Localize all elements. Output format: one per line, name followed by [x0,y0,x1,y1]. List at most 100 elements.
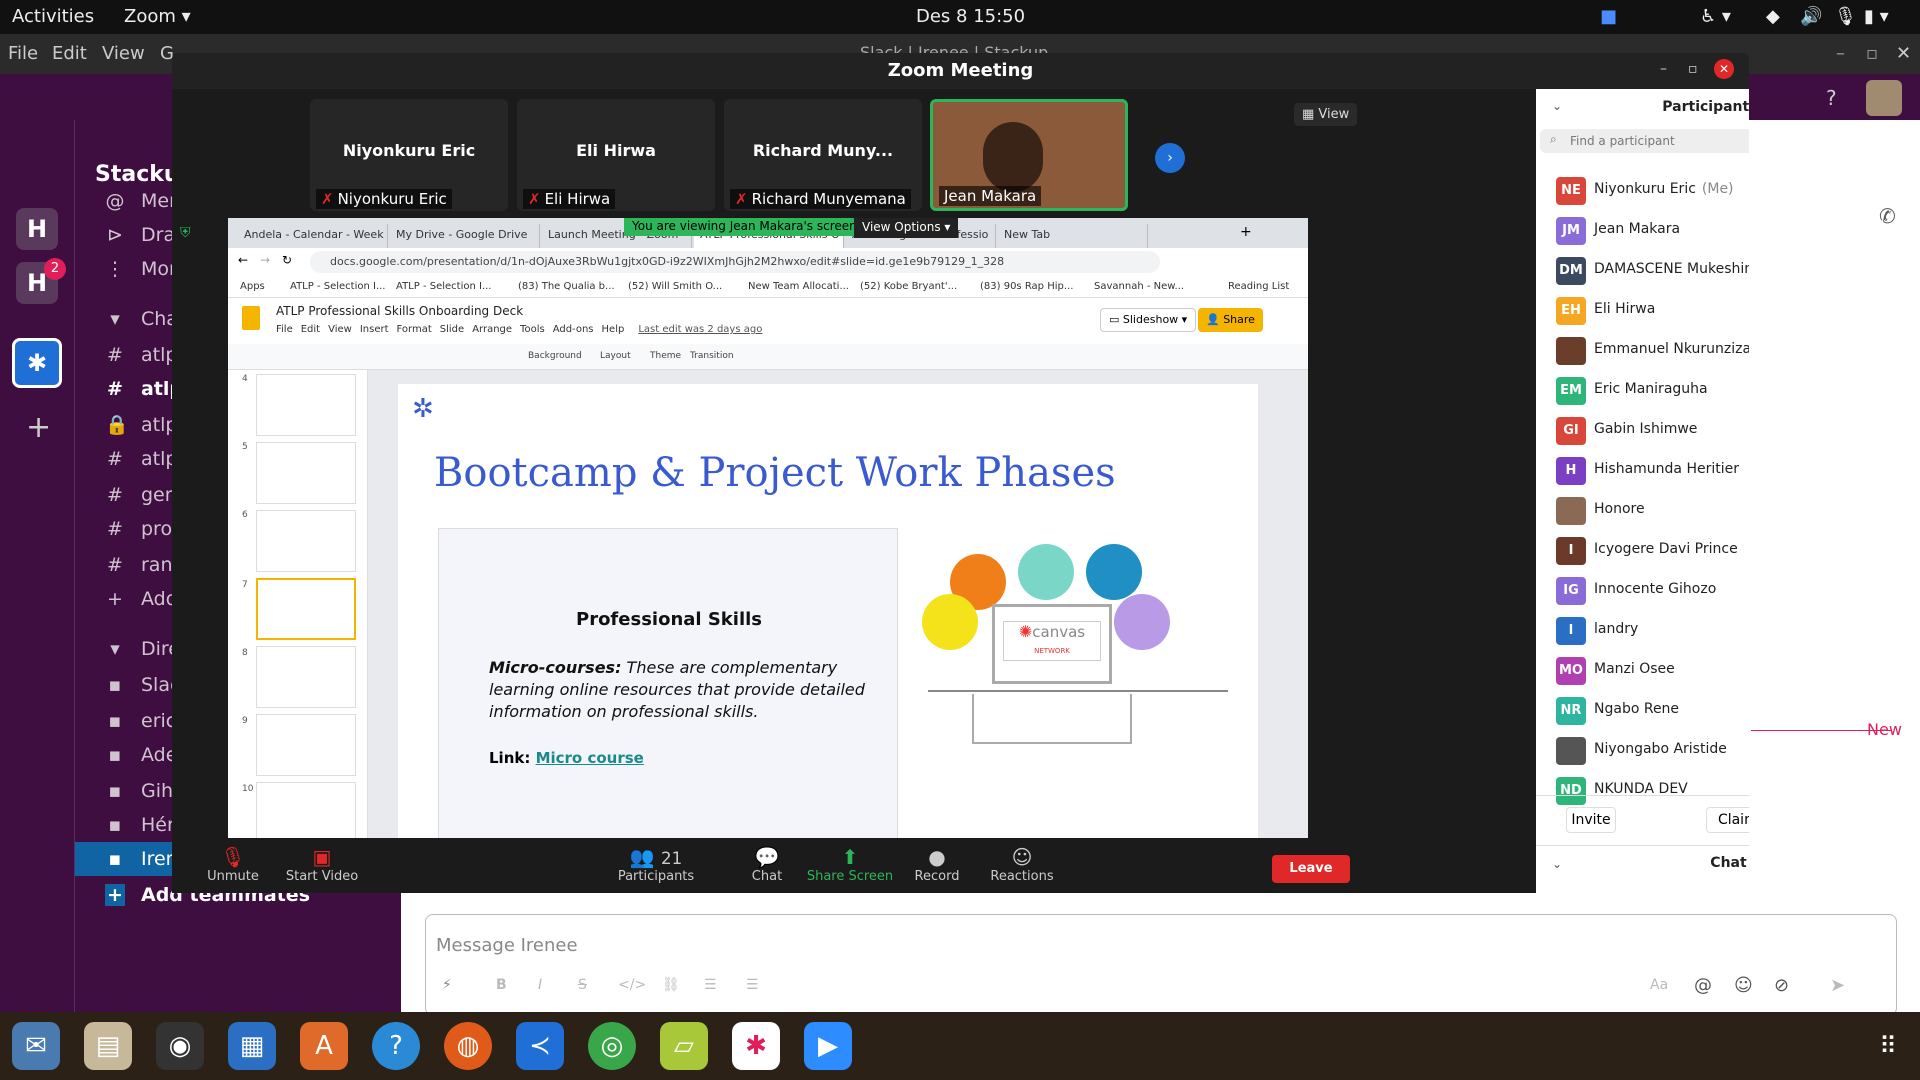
back-icon[interactable]: ← [238,253,248,267]
bookmark[interactable]: ATLP - Selection I... [396,281,492,292]
participant-row[interactable]: IIcyogere Davi Prince✗ ▭ [1548,531,1749,571]
italic-icon[interactable]: I [538,977,542,993]
doc-title[interactable]: ATLP Professional Skills Onboarding Deck [276,304,523,318]
slide-thumbnail[interactable] [256,374,356,436]
micro-course-link[interactable]: Micro course [536,749,644,767]
mention-icon[interactable]: @ [1694,975,1712,996]
bold-icon[interactable]: B [496,977,507,993]
unmute-button[interactable]: 🎙 Unmute [198,845,268,884]
bookmark[interactable]: Apps [240,281,265,292]
participant-search[interactable]: ⌕ Find a participant [1540,129,1749,153]
bullet-list-icon[interactable]: ☰ [746,977,759,993]
wifi-icon[interactable]: ◆ [1766,6,1780,27]
view-options-button[interactable]: View Options ▾ [854,218,959,238]
code-icon[interactable]: </> [618,977,646,993]
firefox-icon[interactable]: ◍ [444,1022,492,1070]
slack-icon[interactable]: ✱ [732,1022,780,1070]
strike-icon[interactable]: S [578,977,587,993]
format-icon[interactable]: Aa [1650,977,1668,993]
doc-menu-item[interactable]: Format [397,324,432,335]
slideshow-button[interactable]: ▭ Slideshow ▾ [1100,308,1197,332]
zoom-minimize-icon[interactable]: – [1660,61,1667,77]
participant-row[interactable]: Emmanuel Nkurunziza✗ ▭ [1548,331,1749,371]
accessibility-icon[interactable]: ♿ ▾ [1700,6,1731,27]
software-icon[interactable]: A [300,1022,348,1070]
workspace-h1[interactable]: H [16,208,58,250]
doc-menu-item[interactable]: Insert [360,324,389,335]
message-composer[interactable]: Message Irenee ⚡ B I S </> ⛓ ☰ ☰ Aa @ ☺ … [425,914,1897,1016]
participant-row[interactable]: NDNKUNDA DEV✗ ▭ [1548,771,1749,811]
clock[interactable]: Des 8 15:50 [916,6,1025,27]
slide-thumbnail-selected[interactable] [256,578,356,640]
claim-host-button[interactable]: Claim Host [1706,807,1749,833]
menu-file[interactable]: File [8,43,38,64]
bookmark[interactable]: (52) Will Smith O... [628,281,722,292]
shared-screen[interactable]: Andela - Calendar - Week o My Drive - Go… [228,218,1308,838]
doc-menu-item[interactable]: Add-ons [553,324,594,335]
activities-button[interactable]: Activities [12,6,94,27]
participant-row[interactable]: EHEli Hirwa✗ ▭ [1548,291,1749,331]
invite-button[interactable]: Invite [1566,807,1616,833]
participant-row[interactable]: EMEric Maniraguha✗ ▭ [1548,371,1749,411]
participant-row[interactable]: GIGabin Ishimwe✗ ▭ [1548,411,1749,451]
video-thumb[interactable]: Richard Muny... ✗ Richard Munyemana [724,99,922,211]
browser-tab[interactable]: My Drive - Google Drive [390,224,540,248]
zoom-close-icon[interactable]: ✕ [1714,59,1734,79]
participant-row[interactable]: MOManzi Osee✗ ▭ [1548,651,1749,691]
bookmark[interactable]: ATLP - Selection I... [290,281,386,292]
reload-icon[interactable]: ↻ [282,253,292,267]
participant-row[interactable]: IGInnocente Gihozo✗ ▭ [1548,571,1749,611]
slide-thumbnail[interactable] [256,782,356,838]
doc-menu-item[interactable]: Arrange [472,324,512,335]
bookmark[interactable]: New Team Allocati... [748,281,849,292]
new-tab-icon[interactable]: + [1240,224,1252,240]
participant-row[interactable]: DMDAMASCENE Mukeshimana✗ ▭ [1548,251,1749,291]
participant-row[interactable]: llandry✗ ▭ [1548,611,1749,651]
files-icon[interactable]: ▤ [84,1022,132,1070]
user-avatar[interactable] [1866,80,1902,116]
forward-icon[interactable]: → [260,253,270,267]
mic-icon[interactable]: 🎙 [1834,6,1857,27]
zoom-maximize-icon[interactable]: ▫ [1688,61,1698,77]
doc-menu-item[interactable]: Edit [301,324,320,335]
browser-tab[interactable]: New Tab [998,224,1148,248]
slide-thumbnail[interactable] [256,442,356,504]
shortcuts-icon[interactable]: ⚡ [442,977,452,993]
participant-row[interactable]: NRNgabo Rene✗ ▭ [1548,691,1749,731]
bookmark[interactable]: (83) The Qualia b... [518,281,615,292]
participant-row[interactable]: JMJean Makara✗ ▭ [1548,211,1749,251]
doc-menu-item[interactable]: View [328,324,352,335]
writer-icon[interactable]: ▦ [228,1022,276,1070]
call-icon[interactable]: ✆ [1879,204,1896,228]
view-button[interactable]: ▦ View [1294,103,1358,126]
participant-row[interactable]: Honore✗ ▭ [1548,491,1749,531]
battery-icon[interactable]: ▮ ▾ [1864,6,1889,27]
vscode-icon[interactable]: ≺ [516,1022,564,1070]
attach-icon[interactable]: ⊘ [1774,975,1789,996]
message-input[interactable]: Message Irenee [436,935,578,956]
send-icon[interactable]: ➤ [1830,975,1845,996]
rhythmbox-icon[interactable]: ◉ [156,1022,204,1070]
video-thumb[interactable]: Eli Hirwa ✗ Eli Hirwa [517,99,715,211]
app-menu[interactable]: Zoom ▾ [124,6,191,27]
ordered-list-icon[interactable]: ☰ [704,977,717,993]
menu-view[interactable]: View [102,43,145,64]
minimize-icon[interactable]: – [1836,43,1845,64]
maximize-icon[interactable]: ▫ [1866,43,1878,64]
slide-thumbnail[interactable] [256,646,356,708]
zoom-tray-icon[interactable]: ■ [1600,6,1617,27]
participants-button[interactable]: 👥 21 Participants [606,845,706,884]
slide[interactable]: ✲ Bootcamp & Project Work Phases Profess… [398,384,1258,838]
reading-list[interactable]: Reading List [1228,281,1289,292]
start-video-button[interactable]: ▣ Start Video [272,845,372,884]
browser-tab[interactable]: Andela - Calendar - Week o [238,224,388,248]
last-edit-link[interactable]: Last edit was 2 days ago [638,324,762,335]
url-field[interactable]: docs.google.com/presentation/d/1n-dOjAux… [310,251,1160,273]
stackup-workspace-icon[interactable]: ✱ [12,338,62,388]
leave-button[interactable]: Leave [1272,855,1350,883]
bookmark[interactable]: (52) Kobe Bryant'... [860,281,957,292]
add-workspace-icon[interactable]: + [26,410,51,445]
thunderbird-icon[interactable]: ✉ [12,1022,60,1070]
slide-thumbnail[interactable] [256,510,356,572]
close-icon[interactable]: ✕ [1896,43,1911,64]
